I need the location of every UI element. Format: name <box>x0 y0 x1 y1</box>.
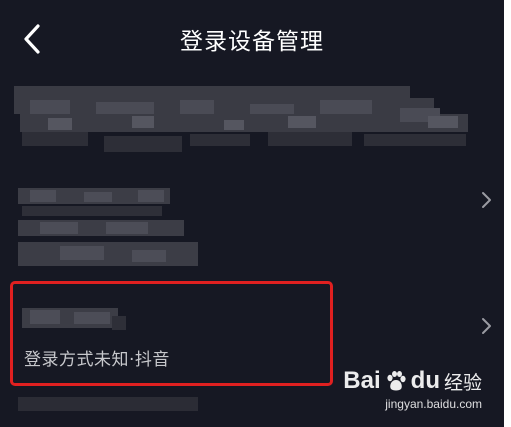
page-title: 登录设备管理 <box>180 29 324 55</box>
pixelated-device-info <box>14 86 468 152</box>
highlight-annotation-box <box>10 281 333 386</box>
header: 登录设备管理 <box>0 0 504 76</box>
login-device-management-screen: 登录设备管理 登录方式未知·抖音 Bai du 经验 jingyan.baidu… <box>0 0 504 427</box>
pixelated-device-info <box>18 188 198 266</box>
watermark-brand-suffix: du <box>410 367 440 394</box>
watermark-cn: 经验 <box>443 372 482 394</box>
baidu-paw-icon <box>387 371 406 391</box>
right-edge <box>504 0 511 427</box>
watermark-brand: Bai <box>343 367 381 394</box>
chevron-right-icon <box>482 192 491 208</box>
chevron-right-icon <box>482 318 491 334</box>
baidu-jingyan-watermark: Bai du 经验 jingyan.baidu.com <box>343 367 482 411</box>
watermark-url: jingyan.baidu.com <box>385 397 482 411</box>
device-row[interactable] <box>0 180 504 270</box>
device-row-current <box>0 80 504 170</box>
watermark-logo: Bai du 经验 <box>343 367 482 395</box>
